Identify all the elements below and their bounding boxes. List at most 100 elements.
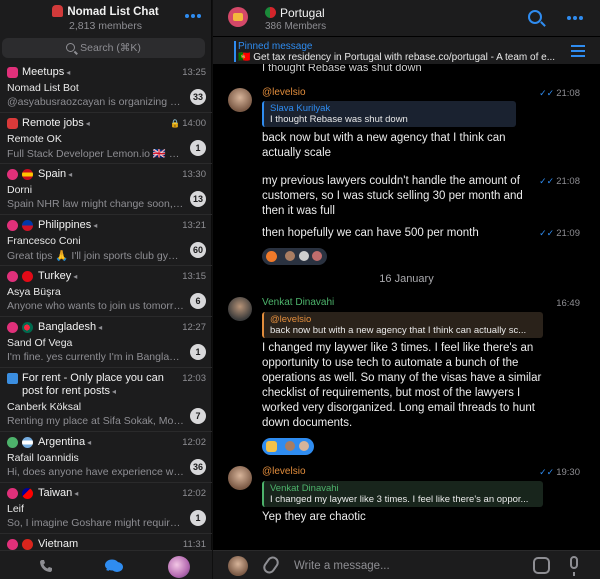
chat-time: 12:27 <box>182 322 206 333</box>
chat-preview: Anyone who wants to join us tomorrow... <box>7 300 185 312</box>
chat-item-argentina[interactable]: Argentina ◂ 12:02 Rafail Ioannidis Hi, do… <box>0 432 212 483</box>
chat-item-meetups[interactable]: Meetups ◂ 13:25 Nomad List Bot @asyabusra… <box>0 62 212 113</box>
chat-item-philippines[interactable]: Philippines ◂ 13:21 Francesco Coni Great … <box>0 215 212 266</box>
group-header: Nomad List Chat 2,813 members <box>0 0 211 36</box>
read-check-icon: ✓✓ <box>539 228 555 238</box>
pinned-text: 🇵🇹 Get tax residency in Portugal with re… <box>238 52 556 63</box>
chat-name-line2: post for rent posts ◂ <box>22 385 117 397</box>
pinned-message[interactable]: Pinned message 🇵🇹 Get tax residency in P… <box>213 37 600 64</box>
member-count: 2,813 members <box>69 20 142 32</box>
pinned-label: Pinned message <box>238 41 313 52</box>
chat-time: 11:31 <box>182 539 206 550</box>
chat-preview: Great tips 🙏 I'll join sports club gyms.… <box>7 250 185 262</box>
chat-list-pane: Nomad List Chat 2,813 members Search (⌘K… <box>0 0 212 579</box>
avatar[interactable] <box>228 466 252 490</box>
group-avatar[interactable] <box>228 7 248 27</box>
chat-name: Philippines ◂ <box>38 219 98 231</box>
phone-icon[interactable] <box>39 559 53 573</box>
mute-icon: ◂ <box>87 438 92 447</box>
reactor-avatar <box>297 250 310 262</box>
message: ✓✓ 21:08 my previous lawyers couldn't han… <box>262 174 580 219</box>
reactor-avatar <box>311 250 324 262</box>
chat-item-turkey[interactable]: Turkey ◂ 13:15 Asya Büşra Anyone who want… <box>0 266 212 317</box>
reactions[interactable] <box>262 438 314 455</box>
bottom-tab-bar <box>0 550 212 579</box>
philippines-flag-icon <box>22 220 33 231</box>
unread-badge: 36 <box>189 459 206 475</box>
reply-sender: Slava Kurilyak <box>270 103 331 114</box>
search-input[interactable]: Search (⌘K) <box>2 38 205 58</box>
group-title[interactable]: Nomad List Chat <box>0 5 211 18</box>
send-as-avatar[interactable] <box>228 556 248 576</box>
message-sender[interactable]: @levelsio <box>262 87 580 98</box>
mute-icon: ◂ <box>74 489 79 498</box>
chat-item-bangladesh[interactable]: Bangladesh ◂ 12:27 Sand Of Vega I'm fine.… <box>0 317 212 368</box>
meetup-icon <box>7 488 18 499</box>
pin-list-icon[interactable] <box>571 45 585 57</box>
search-icon[interactable] <box>528 10 542 24</box>
chat-name: Remote jobs ◂ <box>22 117 90 129</box>
reply-quote[interactable]: Slava Kurilyak I thought Rebase was shut… <box>262 101 516 127</box>
chats-icon[interactable] <box>104 559 124 573</box>
message-sender[interactable]: @levelsio <box>262 466 580 477</box>
microphone-icon[interactable] <box>570 556 578 576</box>
message-text: back now but with a new agency that I th… <box>262 132 506 159</box>
chat-item-vietnam[interactable]: Vietnam 11:31 <box>0 534 212 550</box>
chat-preview: So, I imagine Goshare might require th..… <box>7 517 185 529</box>
more-icon[interactable] <box>185 14 201 18</box>
spain-flag-icon <box>22 169 33 180</box>
message-time: ✓✓ 21:09 <box>539 228 580 239</box>
chat-time: 12:03 <box>182 373 206 384</box>
chat-item-for-rent[interactable]: For rent - Only place you can post for r… <box>0 368 212 432</box>
message: @levelsio ✓✓ 21:08 Slava Kurilyak I thoug… <box>262 87 580 161</box>
chat-time: 13:21 <box>182 220 206 231</box>
chat-item-taiwan[interactable]: Taiwan ◂ 12:02 Leif So, I imagine Goshare… <box>0 483 212 534</box>
meetup-icon <box>7 220 18 231</box>
chat-preview: Spain NHR law might change soon, it... <box>7 198 185 210</box>
reactor-avatar <box>284 250 297 262</box>
mute-icon: ◂ <box>73 272 78 281</box>
chat-sender: Dorni <box>7 184 33 196</box>
profile-avatar[interactable] <box>168 556 190 578</box>
mute-icon: ◂ <box>112 387 117 396</box>
chat-title[interactable]: Portugal <box>265 6 325 20</box>
mute-icon: ◂ <box>85 119 90 128</box>
mute-icon: ◂ <box>93 221 98 230</box>
message: Venkat Dinavahi 16:49 @levelsio back now… <box>262 297 580 431</box>
reactions[interactable] <box>262 248 328 265</box>
search-icon <box>66 43 76 52</box>
meetup-icon <box>7 271 18 282</box>
read-check-icon: ✓✓ <box>539 467 555 477</box>
chat-item-spain[interactable]: Spain ◂ 13:30 Dorni Spain NHR law might c… <box>0 164 212 215</box>
unread-badge: 1 <box>190 140 206 156</box>
reply-quote[interactable]: @levelsio back now but with a new agency… <box>262 312 543 338</box>
chat-time: 13:30 <box>182 169 206 180</box>
chat-sender: Francesco Coni <box>7 235 81 247</box>
chat-member-count: 386 Members <box>265 21 327 32</box>
chat-preview: Full Stack Developer Lemon.io 🇬🇧 Unit... <box>7 148 185 160</box>
chat-name: Meetups ◂ <box>22 66 71 78</box>
mute-icon: ◂ <box>66 68 71 77</box>
reply-sender: @levelsio <box>270 314 312 325</box>
message-time: 16:49 <box>556 298 580 309</box>
attach-icon[interactable] <box>260 554 282 576</box>
meetup-icon <box>7 67 18 78</box>
chat-name: Spain ◂ <box>38 168 73 180</box>
read-check-icon: ✓✓ <box>539 176 555 186</box>
reply-text: I changed my laywer like 3 times. I feel… <box>270 494 529 505</box>
chat-item-remote-jobs[interactable]: Remote jobs ◂ 🔒 14:00 Remote OK Full Stack… <box>0 113 212 164</box>
more-icon[interactable] <box>567 16 583 20</box>
message-input[interactable]: Write a message... <box>294 560 390 572</box>
message-text: my previous lawyers couldn't handle the … <box>262 175 523 217</box>
turkey-flag-icon <box>22 271 33 282</box>
avatar[interactable] <box>228 297 252 321</box>
reply-quote[interactable]: Venkat Dinavahi I changed my laywer like… <box>262 481 543 507</box>
sticker-icon[interactable] <box>533 557 550 574</box>
avatar[interactable] <box>228 88 252 112</box>
meetup-icon <box>7 322 18 333</box>
read-check-icon: ✓✓ <box>539 88 555 98</box>
fire-icon <box>266 251 277 262</box>
reply-text: back now but with a new agency that I th… <box>270 325 527 336</box>
message-sender[interactable]: Venkat Dinavahi <box>262 297 580 308</box>
mute-icon: ◂ <box>98 323 103 332</box>
